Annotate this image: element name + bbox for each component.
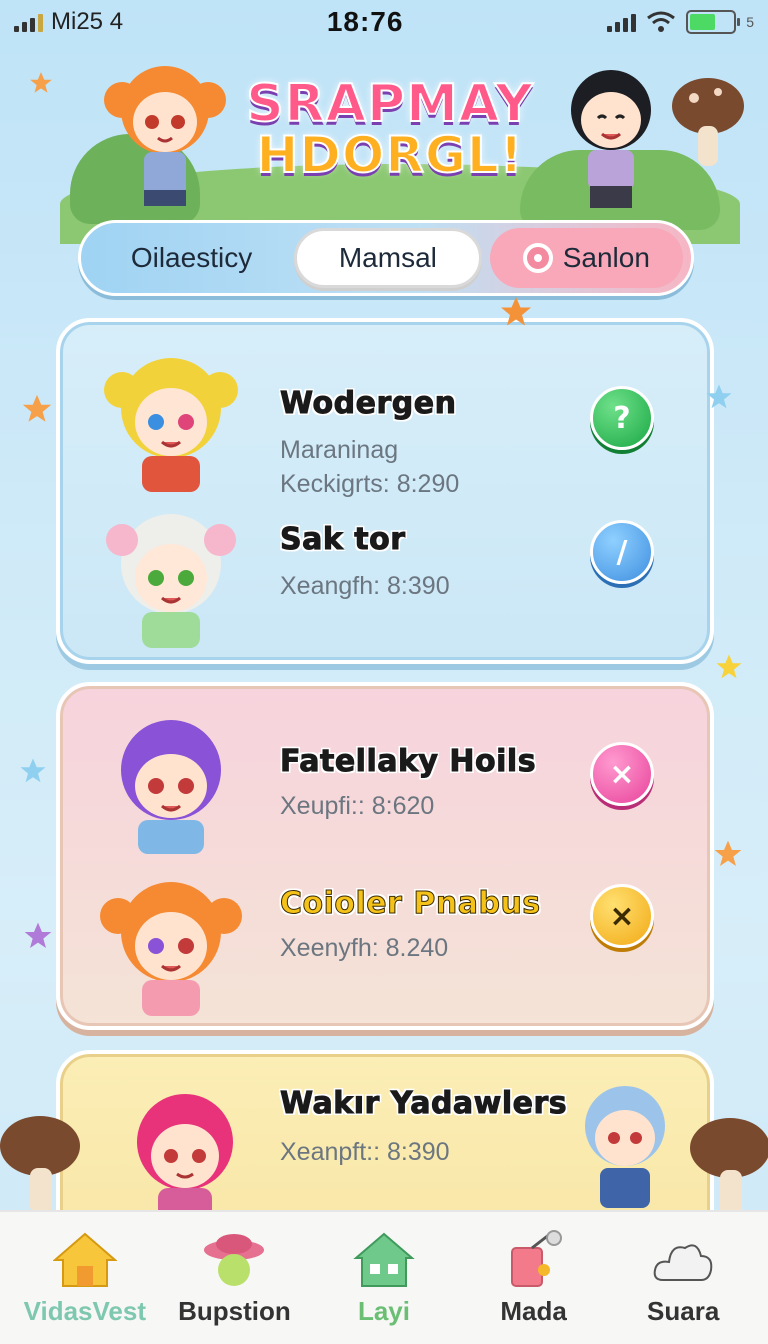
edit-button[interactable]: / <box>590 520 654 584</box>
tab-oilaesticy[interactable]: Oilaesticy <box>89 228 294 288</box>
header-banner: SRAPMAY HDORGL! <box>0 44 768 244</box>
star-decoration-icon <box>22 394 52 422</box>
avatar <box>121 720 221 854</box>
search-icon <box>522 243 553 273</box>
category-tabs: Oilaesticy Mamsal Sanlon <box>78 220 694 296</box>
nav-label: Suara <box>647 1295 720 1326</box>
star-decoration-icon <box>20 758 46 783</box>
nav-label: Layi <box>357 1295 410 1326</box>
drink-icon <box>510 1229 562 1287</box>
list-item[interactable]: Coioler Pnabus Xeenyfh: 8.240 × <box>60 868 710 1018</box>
app-title-logo: SRAPMAY HDORGL! <box>240 74 540 184</box>
nav-item-mada[interactable]: Mada <box>459 1218 609 1338</box>
bottom-nav: VidasVest Bupstion Layi Mada Suara <box>0 1210 768 1344</box>
mushroom-decoration-image <box>672 78 744 166</box>
star-decoration-icon <box>706 384 732 409</box>
house-icon <box>52 1232 117 1287</box>
character-name: Fatellaky Hoils <box>279 744 537 780</box>
character-card-blue: Wodergen Maraninag Keckigrts: 8:290 ? Sa… <box>56 318 714 664</box>
star-decoration-icon <box>501 297 531 326</box>
list-item[interactable]: Sak tor Xeangfh: 8:390 / <box>60 502 710 652</box>
character-card-pink: Fatellaky Hoils Xeupfi:: 8:620 × Coioler… <box>56 682 714 1030</box>
header-chibi-left-image <box>104 66 226 206</box>
mushroom-decoration-image <box>690 1118 768 1216</box>
cellular-icon <box>607 12 637 32</box>
character-name: Wakır Yadawlers <box>279 1086 568 1122</box>
list-item[interactable]: Wodergen Maraninag Keckigrts: 8:290 ? <box>60 342 710 498</box>
question-icon: ? <box>613 400 631 436</box>
signal-icon <box>14 12 43 32</box>
close-icon: × <box>609 756 635 792</box>
header-chibi-right-image <box>571 70 651 208</box>
nav-item-layi[interactable]: Layi <box>309 1218 459 1338</box>
character-stat: Xeangfh: 8:390 <box>280 572 450 600</box>
mushroom-decoration-image <box>0 1116 80 1214</box>
status-right: 5 <box>607 10 754 34</box>
nav-label: Bupstion <box>178 1295 291 1326</box>
character-stat: Xeanpft:: 8:390 <box>280 1138 450 1166</box>
green-house-icon <box>353 1232 415 1287</box>
tab-mamsal[interactable]: Mamsal <box>294 228 482 288</box>
character-name: Wodergen <box>279 386 457 422</box>
avatar <box>100 882 242 1016</box>
avatar <box>104 358 238 492</box>
star-decoration-icon <box>716 654 742 679</box>
nav-label: VidasVest <box>23 1295 146 1326</box>
question-button[interactable]: ? <box>590 386 654 450</box>
status-left: Mi25 4 <box>14 8 123 36</box>
nav-label: Mada <box>500 1295 567 1326</box>
status-time: 18:76 <box>326 6 404 37</box>
close-button[interactable]: × <box>590 884 654 948</box>
battery-suffix: 5 <box>746 14 754 30</box>
list-item[interactable]: Wakır Yadawlers Xeanpft:: 8:390 <box>60 1064 710 1224</box>
character-name: Coioler Pnabus <box>280 886 541 922</box>
close-button[interactable]: × <box>590 742 654 806</box>
battery-icon <box>686 10 741 34</box>
wifi-icon <box>647 11 676 32</box>
hat-icon <box>204 1233 265 1286</box>
avatar <box>585 1086 665 1208</box>
carrier-label: Mi25 4 <box>51 8 124 35</box>
tab-sanlon-label: Sanlon <box>562 242 650 273</box>
slash-icon: / <box>616 534 628 570</box>
tab-sanlon[interactable]: Sanlon <box>489 228 683 288</box>
title-line-2: HDORGL! <box>255 126 524 184</box>
close-icon: × <box>609 898 635 934</box>
star-decoration-icon <box>714 840 742 866</box>
list-item[interactable]: Fatellaky Hoils Xeupfi:: 8:620 × <box>60 706 710 856</box>
avatar <box>106 514 236 648</box>
cloud-icon <box>653 1243 713 1281</box>
star-decoration-icon <box>30 72 52 93</box>
avatar <box>137 1094 233 1224</box>
status-bar: Mi25 4 18:76 5 <box>0 0 768 44</box>
character-stat: Xeenyfh: 8.240 <box>280 934 449 962</box>
nav-item-bupstion[interactable]: Bupstion <box>160 1218 310 1338</box>
title-line-1: SRAPMAY <box>245 74 534 134</box>
character-stat: Keckigrts: 8:290 <box>280 470 460 498</box>
character-subtitle: Maraninag <box>280 436 399 464</box>
character-stat: Xeupfi:: 8:620 <box>280 792 435 820</box>
character-name: Sak tor <box>280 522 406 558</box>
star-decoration-icon <box>24 922 52 948</box>
nav-item-vidasvest[interactable]: VidasVest <box>10 1218 160 1338</box>
nav-item-suara[interactable]: Suara <box>608 1218 758 1338</box>
